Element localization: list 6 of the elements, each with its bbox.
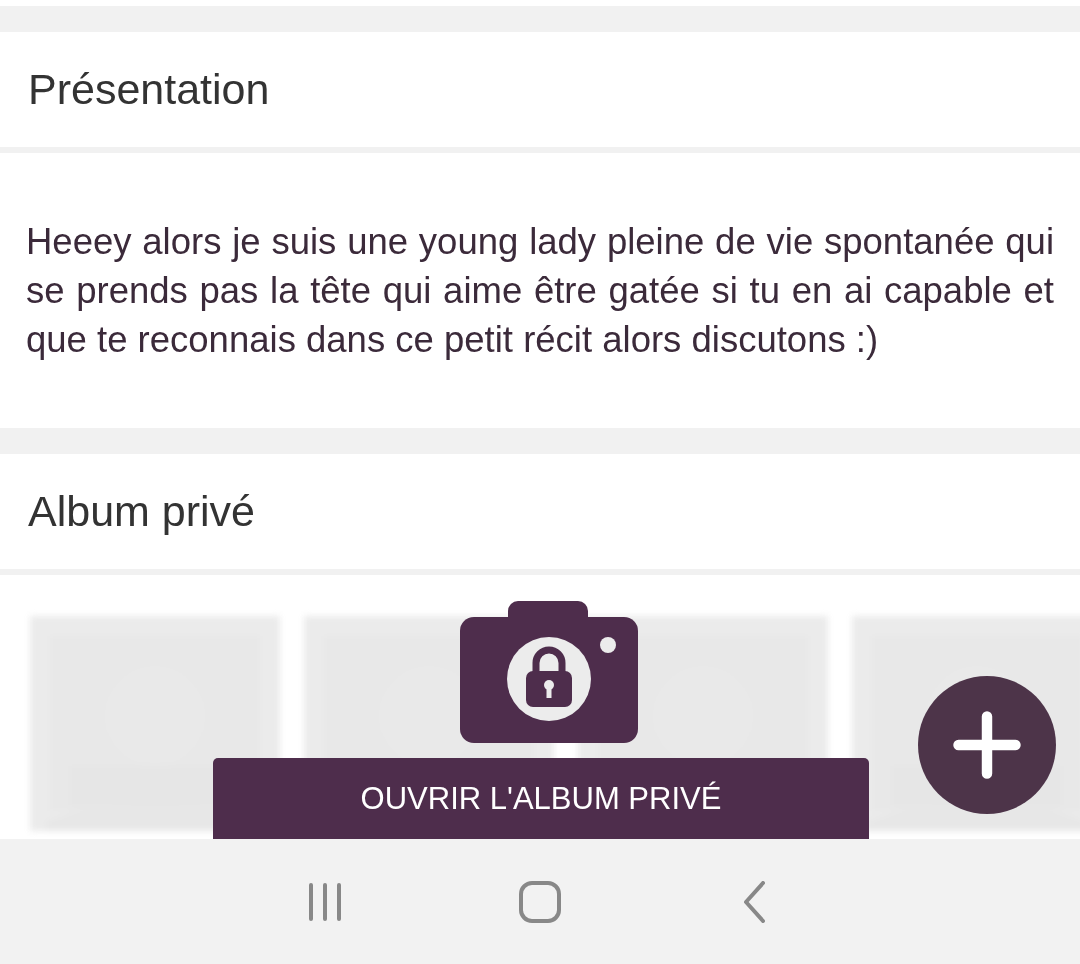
profile-description: Heeey alors je suis une young lady pleine de vie spontanée qui se prends pas la tête qui aime être gatée si tu en ai capable et que te reconnais dans ce petit récit alors discutons :) bbox=[26, 220, 1054, 362]
section-title: Album privé bbox=[28, 487, 256, 536]
section-title: Présentation bbox=[28, 65, 270, 114]
home-icon[interactable] bbox=[519, 881, 561, 923]
locked-camera-icon bbox=[460, 601, 638, 743]
open-album-button[interactable]: OUVRIR L'ALBUM PRIVÉ bbox=[213, 758, 869, 839]
